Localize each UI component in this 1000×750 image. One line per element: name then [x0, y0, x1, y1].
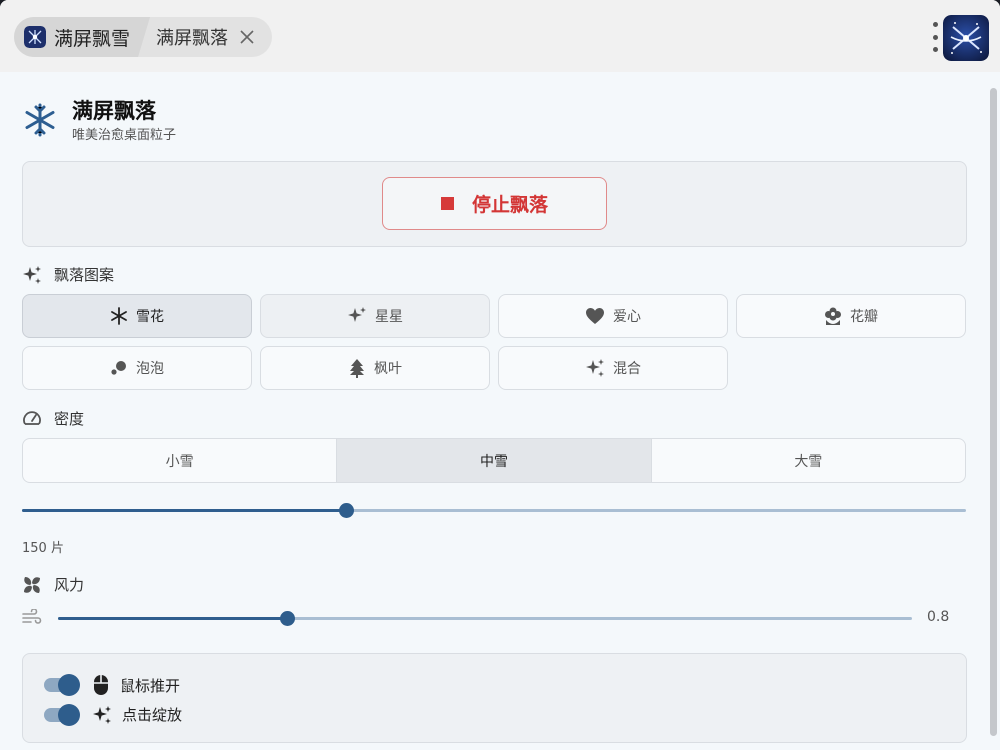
gauge-icon: [23, 410, 41, 425]
pattern-petal-button[interactable]: 花瓣: [736, 294, 966, 338]
page-title: 满屏飘落: [72, 99, 156, 123]
pattern-bubble-button[interactable]: 泡泡: [22, 346, 252, 390]
pattern-star-button[interactable]: 星星: [260, 294, 490, 338]
particle-count: 150 片: [22, 541, 64, 556]
patterns-section-label: 飘落图案: [22, 264, 114, 285]
tab-app[interactable]: 满屏飘雪: [14, 17, 150, 57]
mouse-push-toggle[interactable]: [44, 674, 80, 696]
pattern-snowflake-button[interactable]: 雪花: [22, 294, 252, 338]
density-section-label: 密度: [22, 408, 84, 429]
wind-slider-fill: [58, 617, 287, 620]
tab-page-label: 满屏飘落: [156, 28, 229, 49]
page-subtitle: 唯美治愈桌面粒子: [72, 128, 177, 143]
wind-value: 0.8: [927, 609, 950, 625]
title-bar: 满屏飘雪 满屏飘落: [0, 0, 1000, 72]
wind-icon: [22, 609, 42, 624]
click-bloom-toggle[interactable]: [44, 703, 80, 726]
more-options-icon[interactable]: [928, 22, 942, 52]
wind-slider-thumb[interactable]: [280, 611, 295, 626]
density-slider[interactable]: [22, 503, 966, 518]
sparkle-icon: [586, 359, 604, 377]
snowflake-icon: [111, 307, 127, 325]
density-option-light[interactable]: 小雪: [23, 439, 338, 482]
stop-falling-label: 停止飘落: [471, 194, 548, 216]
density-segmented-control: 小雪 中雪 大雪: [22, 438, 966, 483]
pattern-maple-button[interactable]: 枫叶: [260, 346, 490, 390]
sparkle-icon: [348, 307, 366, 322]
bubbles-icon: [111, 361, 126, 375]
scrollbar-thumb[interactable]: [990, 88, 997, 736]
toggle-row-mouse-push: 鼠标推开: [44, 674, 180, 696]
snowflake-icon: [25, 103, 55, 137]
heart-icon: [586, 308, 604, 324]
tab-strip: 满屏飘雪 满屏飘落: [14, 17, 273, 57]
avatar[interactable]: [943, 15, 989, 61]
pattern-heart-button[interactable]: 爱心: [498, 294, 728, 338]
flower-icon: [825, 307, 841, 325]
stop-icon: [440, 197, 454, 210]
density-slider-fill: [22, 509, 346, 512]
fan-icon: [24, 576, 40, 593]
pattern-mixed-button[interactable]: 混合: [498, 346, 728, 390]
wind-slider[interactable]: [58, 611, 912, 626]
tab-page[interactable]: 满屏飘落: [150, 17, 264, 57]
density-option-heavy[interactable]: 大雪: [652, 439, 965, 482]
tab-app-label: 满屏飘雪: [54, 27, 131, 50]
wind-section-label: 风力: [22, 574, 84, 595]
close-icon[interactable]: [238, 28, 256, 46]
density-slider-thumb[interactable]: [339, 503, 354, 518]
app-logo-icon: [24, 26, 46, 48]
mouse-icon: [94, 675, 108, 695]
tree-icon: [350, 359, 364, 378]
app-window: 满屏飘雪 满屏飘落 满屏飘落 唯美治愈桌面粒子 停止飘落 飘落图案 雪花 星星 …: [0, 0, 1000, 750]
stop-falling-button[interactable]: 停止飘落: [382, 177, 607, 230]
toggles-card: [22, 653, 967, 743]
sparkle-icon: [23, 265, 41, 284]
toggle-row-click-bloom: 点击绽放: [44, 703, 182, 726]
density-option-medium[interactable]: 中雪: [337, 439, 652, 482]
sparkle-icon: [93, 705, 111, 724]
